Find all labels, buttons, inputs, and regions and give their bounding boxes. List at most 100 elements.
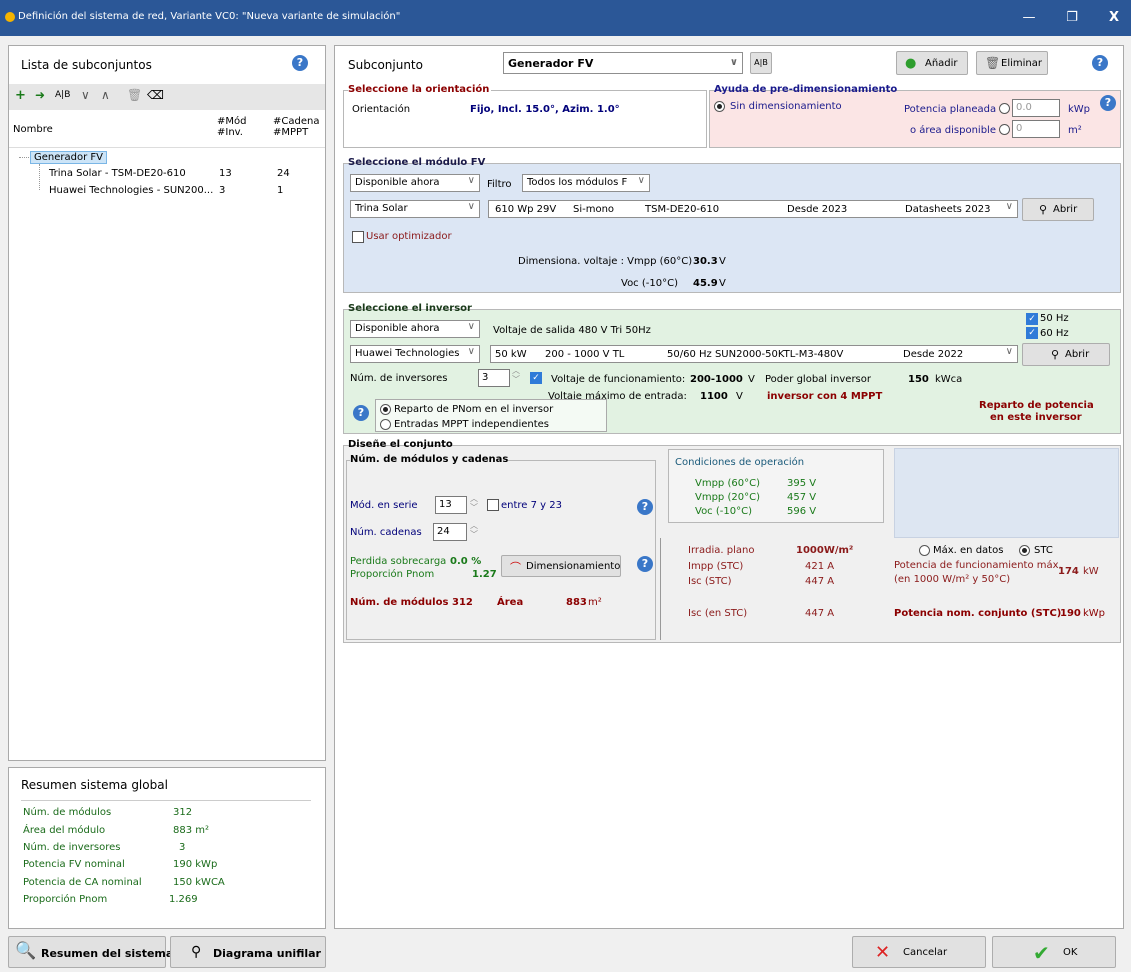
help-icon[interactable]: ? (1092, 55, 1108, 71)
arrow-right-icon[interactable]: ➜ (35, 88, 45, 102)
cancel-button[interactable]: ✕ Cancelar (852, 936, 986, 968)
vmpp60-label: Vmpp (60°C) (695, 478, 760, 489)
inverter-spec-power: 50 kW (495, 349, 527, 360)
orientation-group (343, 90, 707, 148)
add-icon: ● (905, 56, 917, 71)
inverter-spec-model: 50/60 Hz SUN2000-50KTL-M3-480V (667, 349, 844, 360)
operating-voltage-unit: V (748, 374, 755, 385)
modules-in-series-input[interactable]: 13 (435, 496, 467, 514)
no-sizing-radio[interactable] (714, 101, 725, 112)
module-spec-source: Datasheets 2023 (905, 204, 991, 215)
help-icon[interactable]: ? (637, 499, 653, 515)
summary-label: Área del módulo (23, 825, 106, 836)
array-title: Diseñe el conjunto (348, 439, 453, 450)
subset-select[interactable]: Generador FV ∨ (503, 52, 743, 74)
available-area-input[interactable]: 0 (1012, 120, 1060, 138)
curve-icon: ⌒ (510, 561, 521, 574)
module-availability-select[interactable]: Disponible ahora ∨ (350, 174, 480, 192)
module-spec-power: 610 Wp 29V (495, 204, 557, 215)
module-open-button[interactable]: ⚲ Abrir (1022, 198, 1094, 221)
minimize-button[interactable]: — (1015, 6, 1043, 30)
available-area-radio[interactable] (999, 124, 1010, 135)
inverter-open-label: Abrir (1065, 349, 1090, 360)
60hz-checkbox[interactable]: ✓ (1026, 327, 1038, 339)
stc-label: STC (1034, 545, 1053, 556)
available-area-label: o área disponible (910, 125, 996, 136)
rename-subset-button[interactable]: A|B (750, 52, 772, 74)
summary-label: Potencia FV nominal (23, 859, 125, 870)
system-summary-button[interactable]: 🔍 Resumen del sistema (8, 936, 173, 968)
50hz-label: 50 Hz (1040, 313, 1069, 324)
num-inverters-input[interactable]: 3 (478, 369, 510, 387)
inverter-model-select[interactable]: 50 kW 200 - 1000 V TL 50/60 Hz SUN2000-5… (490, 345, 1018, 363)
add-icon[interactable]: + (15, 88, 26, 103)
num-strings-input[interactable]: 24 (433, 523, 467, 541)
move-down-icon[interactable]: ∨ (81, 88, 90, 102)
global-power-label: Poder global inversor (765, 374, 871, 385)
single-line-diagram-label: Diagrama unifilar (213, 947, 321, 960)
sizing-button[interactable]: ⌒ Dimensionamiento (501, 555, 621, 577)
diagram-icon: ⚲ (191, 944, 202, 960)
subset-select-value: Generador FV (508, 57, 594, 70)
global-power-unit: kWca (935, 374, 963, 385)
window-title: Definición del sistema de red, Variante … (18, 11, 401, 22)
cancel-label: Cancelar (903, 947, 948, 958)
help-icon[interactable]: ? (292, 55, 308, 71)
vmpp60-op-value: 395 V (787, 478, 817, 489)
trash-icon[interactable]: 🗑 (127, 88, 142, 102)
eraser-icon[interactable]: ⌫ (147, 88, 164, 102)
independent-mppt-radio[interactable] (380, 419, 391, 430)
module-model-select[interactable]: 610 Wp 29V Si-mono TSM-DE20-610 Desde 20… (488, 200, 1018, 218)
close-button[interactable]: X (1100, 6, 1128, 30)
filter-label: Filtro (487, 179, 512, 190)
tree-item-inverter[interactable]: Huawei Technologies - SUN200... (49, 185, 213, 196)
ok-button[interactable]: ✔ OK (992, 936, 1116, 968)
operating-voltage-checkbox[interactable]: ✓ (530, 372, 542, 384)
summary-label: Proporción Pnom (23, 894, 108, 905)
inverter-manufacturer-select[interactable]: Huawei Technologies ∨ (350, 345, 480, 363)
chevron-down-icon: ∨ (637, 175, 645, 186)
help-icon[interactable]: ? (353, 405, 369, 421)
rename-icon[interactable]: A|B (55, 90, 70, 100)
add-button[interactable]: ● Añadir (896, 51, 968, 75)
tree-item-inverter-mppt: 1 (277, 185, 284, 196)
tree-root-item[interactable]: Generador FV (30, 151, 107, 164)
inverter-open-button[interactable]: ⚲ Abrir (1022, 343, 1110, 366)
max-data-radio[interactable] (919, 545, 930, 556)
restore-button[interactable]: ❐ (1058, 6, 1086, 30)
pnom-sharing-radio[interactable] (380, 404, 391, 415)
modules-strings-title: Núm. de módulos y cadenas (350, 454, 509, 465)
num-strings-spinner[interactable]: ︿ ﹀ (470, 521, 478, 539)
planned-power-radio[interactable] (999, 103, 1010, 114)
isc-stc-label: Isc (en STC) (688, 608, 748, 619)
modules-in-series-spinner[interactable]: ︿ ﹀ (470, 494, 478, 512)
inverter-availability-select[interactable]: Disponible ahora ∨ (350, 320, 480, 338)
planned-power-input[interactable]: 0.0 (1012, 99, 1060, 117)
predim-title: Ayuda de pre-dimensionamiento (714, 84, 898, 95)
module-filter-select[interactable]: Todos los módulos F ∨ (522, 174, 650, 192)
independent-mppt-label: Entradas MPPT independientes (394, 419, 550, 430)
range-checkbox[interactable] (487, 499, 499, 511)
tree-item-module[interactable]: Trina Solar - TSM-DE20-610 (49, 168, 186, 179)
orientation-title: Seleccione la orientación (348, 84, 492, 95)
output-voltage-text: Voltaje de salida 480 V Tri 50Hz (493, 325, 651, 336)
module-open-label: Abrir (1053, 204, 1078, 215)
help-icon[interactable]: ? (1100, 95, 1116, 111)
stc-radio[interactable] (1019, 545, 1030, 556)
operating-voltage-value: 200-1000 (690, 374, 743, 385)
move-up-icon[interactable]: ∧ (101, 88, 110, 102)
vmpp20-label: Vmpp (20°C) (695, 492, 760, 503)
chevron-down-icon: ∨ (1005, 346, 1013, 357)
help-icon[interactable]: ? (637, 556, 653, 572)
inverter-availability-value: Disponible ahora (355, 323, 440, 334)
cancel-x-icon: ✕ (875, 942, 891, 963)
num-inverters-spinner[interactable]: ︿ ﹀ (512, 366, 520, 384)
use-optimizer-checkbox[interactable] (352, 231, 364, 243)
delete-button[interactable]: 🗑 Eliminar (976, 51, 1048, 75)
50hz-checkbox[interactable]: ✓ (1026, 313, 1038, 325)
tree-item-module-count: 13 (219, 168, 232, 179)
delete-label: Eliminar (1001, 58, 1042, 69)
orientation-value[interactable]: Fijo, Incl. 15.0°, Azim. 1.0° (470, 104, 620, 115)
module-manufacturer-select[interactable]: Trina Solar ∨ (350, 200, 480, 218)
single-line-diagram-button[interactable]: ⚲ Diagrama unifilar (170, 936, 326, 968)
